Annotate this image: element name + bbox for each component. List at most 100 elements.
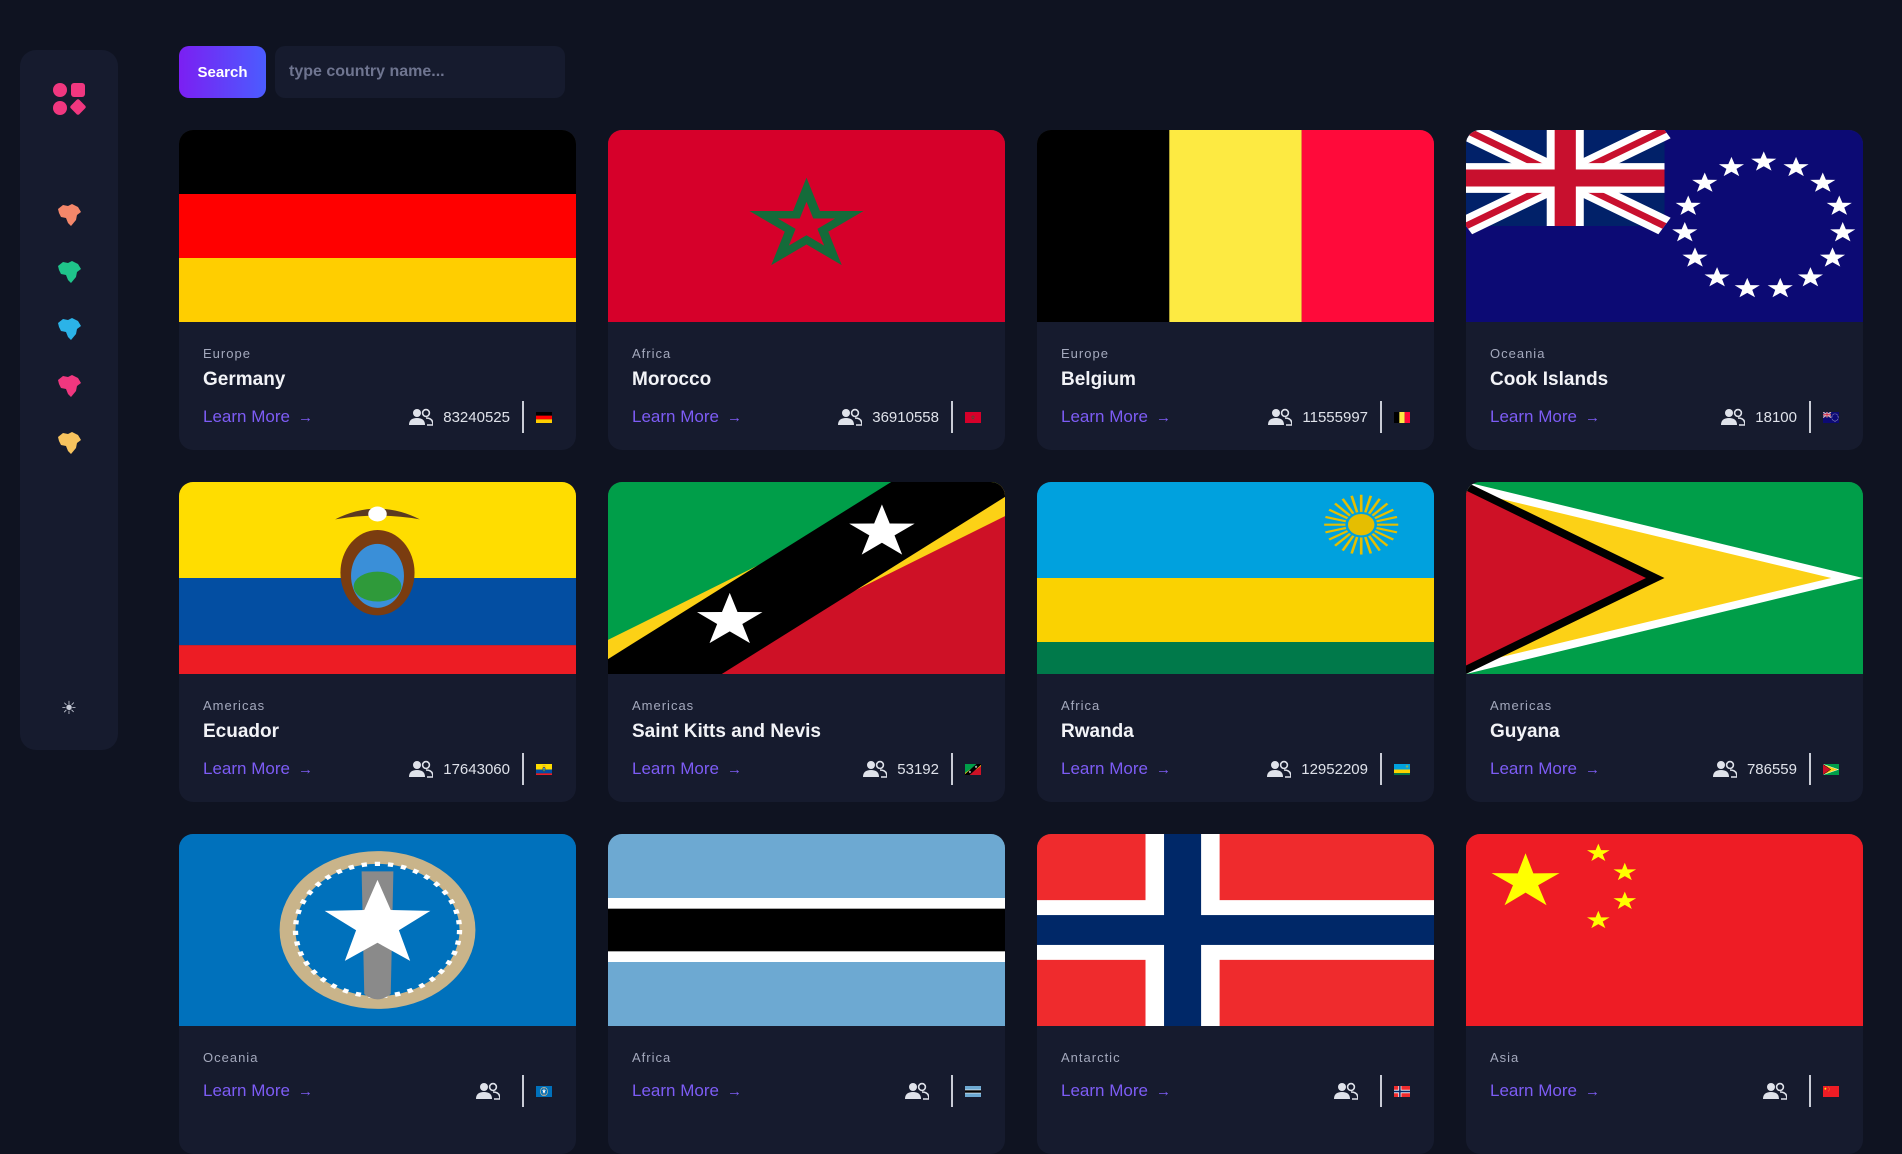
divider	[1380, 401, 1382, 433]
learn-more-link[interactable]: Learn More→	[632, 759, 742, 779]
flag-image	[179, 482, 576, 674]
country-name: Guyana	[1490, 721, 1839, 743]
population-icon	[476, 1082, 500, 1100]
learn-more-label: Learn More	[1490, 759, 1577, 779]
population-icon	[1267, 760, 1291, 778]
sidebar-item-5[interactable]	[54, 428, 84, 458]
arrow-right-icon: →	[298, 409, 313, 426]
country-name: Rwanda	[1061, 721, 1410, 743]
arrow-right-icon: →	[1585, 1083, 1600, 1100]
country-card[interactable]: Africa Rwanda Learn More→ 12952209	[1037, 482, 1434, 802]
mini-flag-icon	[965, 764, 981, 775]
flag-image	[608, 482, 1005, 674]
divider	[951, 1075, 953, 1107]
continent-map-icon	[54, 200, 84, 230]
learn-more-link[interactable]: Learn More →	[1490, 759, 1600, 779]
country-card[interactable]: Antarctic Learn More→	[1037, 834, 1434, 1154]
country-card[interactable]: Africa Learn More →	[608, 834, 1005, 1154]
country-grid: Europe Germany Learn More→ 83240525 Afri…	[179, 130, 1864, 1154]
flag-image	[608, 130, 1005, 322]
learn-more-link[interactable]: Learn More →	[1490, 1081, 1600, 1101]
sidebar-item-2[interactable]	[54, 257, 84, 287]
country-card[interactable]: Asia Learn More →	[1466, 834, 1863, 1154]
arrow-right-icon: →	[298, 761, 313, 778]
mini-flag-icon	[1823, 764, 1839, 775]
divider	[522, 1075, 524, 1107]
population-value: 12952209	[1301, 761, 1368, 778]
population-icon	[1713, 760, 1737, 778]
mini-flag-icon	[1823, 1086, 1839, 1097]
continent-map-icon	[54, 314, 84, 344]
divider	[1380, 1075, 1382, 1107]
learn-more-link[interactable]: Learn More→	[1061, 407, 1171, 427]
learn-more-link[interactable]: Learn More→	[1490, 407, 1600, 427]
divider	[1380, 753, 1382, 785]
country-card[interactable]: Americas Ecuador Learn More→ 17643060	[179, 482, 576, 802]
population-value: 17643060	[443, 761, 510, 778]
learn-more-label: Learn More	[1490, 1081, 1577, 1101]
learn-more-label: Learn More	[203, 759, 290, 779]
flag-image	[1466, 834, 1863, 1026]
country-card[interactable]: Europe Belgium Learn More→ 11555997	[1037, 130, 1434, 450]
learn-more-link[interactable]: Learn More →	[632, 1081, 742, 1101]
country-card[interactable]: Americas Guyana Learn More→ 786559	[1466, 482, 1863, 802]
population-icon	[1268, 408, 1292, 426]
divider	[951, 753, 953, 785]
learn-more-label: Learn More	[203, 1081, 290, 1101]
region-label: Africa	[632, 346, 981, 361]
learn-more-link[interactable]: Learn More→	[203, 1081, 313, 1101]
country-card[interactable]: Africa Morocco Learn More→ 36910558	[608, 130, 1005, 450]
learn-more-label: Learn More	[632, 407, 719, 427]
divider	[951, 401, 953, 433]
arrow-right-icon: →	[1585, 761, 1600, 778]
learn-more-label: Learn More	[1061, 759, 1148, 779]
theme-toggle-sun-icon[interactable]: ☀	[57, 696, 81, 720]
sidebar-item-1[interactable]	[54, 200, 84, 230]
flag-image	[1037, 834, 1434, 1026]
learn-more-link[interactable]: Learn More→	[632, 407, 742, 427]
mini-flag-icon	[965, 1086, 981, 1097]
mini-flag-icon	[1394, 1086, 1410, 1097]
mini-flag-icon	[536, 1086, 552, 1097]
divider	[1809, 401, 1811, 433]
learn-more-link[interactable]: Learn More →	[203, 759, 313, 779]
region-label: Africa	[632, 1050, 981, 1065]
learn-more-link[interactable]: Learn More→	[203, 407, 313, 427]
arrow-right-icon: →	[727, 1083, 742, 1100]
sidebar-item-4[interactable]	[54, 371, 84, 401]
learn-more-link[interactable]: Learn More→	[1061, 1081, 1171, 1101]
app-logo-icon[interactable]	[52, 82, 86, 116]
search-input[interactable]	[275, 46, 565, 98]
region-label: Asia	[1490, 1050, 1839, 1065]
country-name: Saint Kitts and Nevis	[632, 721, 981, 743]
region-label: Americas	[1490, 698, 1839, 713]
region-label: Europe	[1061, 346, 1410, 361]
country-card[interactable]: Oceania Cook Islands Learn More→ 18100	[1466, 130, 1863, 450]
population-icon	[905, 1082, 929, 1100]
population-icon	[1334, 1082, 1358, 1100]
arrow-right-icon: →	[1156, 409, 1171, 426]
region-label: Antarctic	[1061, 1050, 1410, 1065]
learn-more-label: Learn More	[1490, 407, 1577, 427]
arrow-right-icon: →	[727, 761, 742, 778]
country-card[interactable]: Oceania Learn More→	[179, 834, 576, 1154]
divider	[522, 753, 524, 785]
population-value: 83240525	[443, 409, 510, 426]
region-label: Europe	[203, 346, 552, 361]
sidebar-item-3[interactable]	[54, 314, 84, 344]
learn-more-label: Learn More	[632, 1081, 719, 1101]
population-value: 11555997	[1302, 409, 1368, 426]
flag-image	[1037, 482, 1434, 674]
learn-more-link[interactable]: Learn More→	[1061, 759, 1171, 779]
search-button[interactable]: Search	[179, 46, 266, 98]
flag-image	[179, 834, 576, 1026]
country-card[interactable]: Europe Germany Learn More→ 83240525	[179, 130, 576, 450]
region-label: Africa	[1061, 698, 1410, 713]
population-icon	[409, 760, 433, 778]
divider	[1809, 1075, 1811, 1107]
country-name: Morocco	[632, 369, 981, 391]
mini-flag-icon	[1823, 412, 1839, 423]
continent-map-icon	[54, 371, 84, 401]
divider	[522, 401, 524, 433]
country-card[interactable]: Americas Saint Kitts and Nevis Learn Mor…	[608, 482, 1005, 802]
